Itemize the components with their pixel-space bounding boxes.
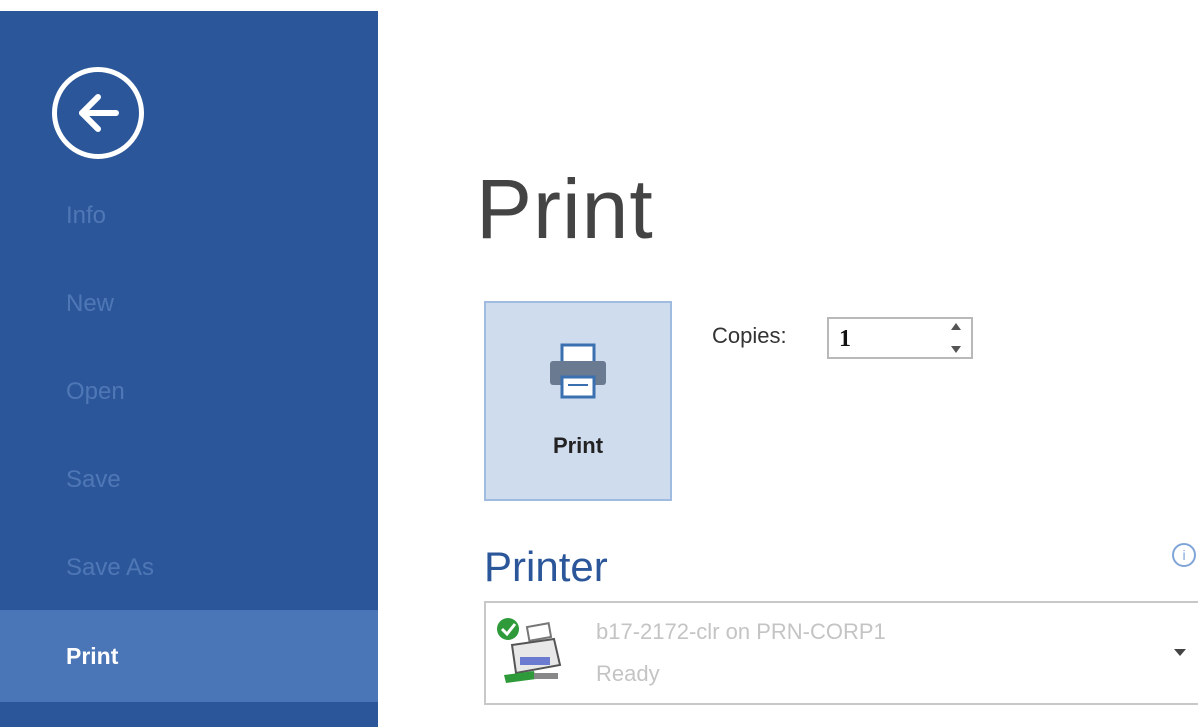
- sidebar-item-info[interactable]: Info: [0, 187, 380, 245]
- sidebar: Info New Open Save Save As Print: [0, 11, 380, 727]
- sidebar-item-open[interactable]: Open: [0, 363, 380, 421]
- info-icon[interactable]: i: [1172, 543, 1196, 567]
- printer-status: Ready: [596, 661, 660, 686]
- printer-ready-icon: [497, 618, 562, 683]
- sidebar-item-label: Print: [66, 642, 119, 669]
- print-panel: Print Print Copies: 1 Printer i b17-2172…: [384, 11, 1198, 727]
- sidebar-item-label: Save As: [66, 554, 155, 581]
- sidebar-item-label: New: [66, 290, 115, 317]
- page-title: Print: [476, 162, 654, 256]
- spin-up-icon[interactable]: [951, 323, 961, 330]
- sidebar-item-print[interactable]: Print: [0, 610, 380, 702]
- copies-value[interactable]: 1: [839, 326, 851, 353]
- sidebar-item-save-as[interactable]: Save As: [0, 539, 380, 597]
- print-button-label: Print: [552, 433, 604, 458]
- top-strip: [0, 0, 1198, 11]
- chevron-down-icon[interactable]: [1174, 649, 1186, 656]
- copies-label: Copies:: [712, 323, 787, 348]
- sidebar-item-label: Save: [66, 466, 121, 493]
- printer-name: b17-2172-clr on PRN-CORP1: [596, 619, 886, 644]
- arrow-left-icon: [79, 94, 119, 132]
- print-button[interactable]: Print: [484, 301, 672, 501]
- printer-icon: [550, 343, 606, 399]
- sidebar-item-label: Open: [66, 378, 125, 405]
- sidebar-item-label: Info: [66, 202, 107, 229]
- printer-heading: Printer: [484, 543, 608, 590]
- sidebar-item-new[interactable]: New: [0, 275, 380, 333]
- copies-stepper[interactable]: 1: [827, 317, 973, 359]
- printer-dropdown[interactable]: b17-2172-clr on PRN-CORP1 Ready: [484, 601, 1198, 705]
- spin-down-icon[interactable]: [951, 346, 961, 353]
- sidebar-item-save[interactable]: Save: [0, 451, 380, 509]
- copies-spinner[interactable]: [947, 323, 965, 353]
- back-button[interactable]: [52, 67, 144, 159]
